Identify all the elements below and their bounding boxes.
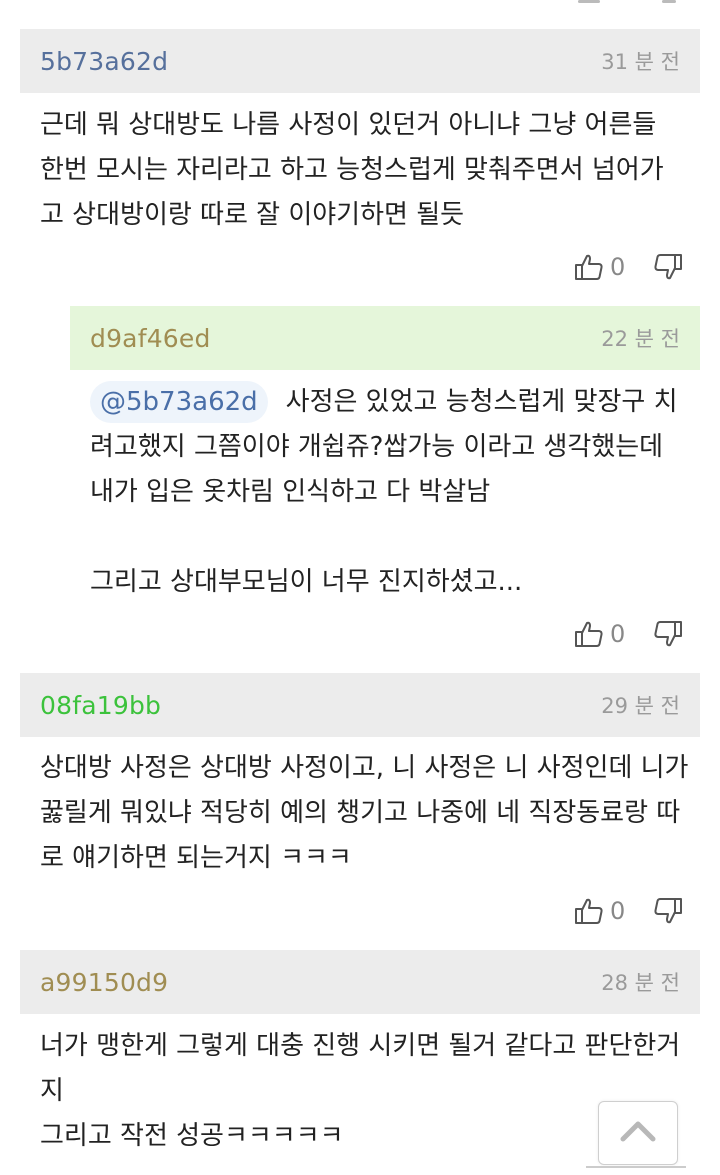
comment-header: 5b73a62d 31 분 전 (20, 29, 700, 93)
vote-row: 0 (574, 247, 683, 287)
previous-comment-remnant (0, 0, 720, 6)
like-count: 0 (610, 620, 626, 648)
comment-line: 근데 뭐 상대방도 나름 사정이 있던거 아니냐 그냥 어른들 (40, 110, 657, 140)
comment-author[interactable]: 08fa19bb (40, 691, 161, 720)
comment-line: 고 상대방이랑 따로 잘 이야기하면 될듯 (40, 200, 465, 230)
thumbs-up-icon[interactable] (574, 619, 604, 649)
comment-timestamp: 31 분 전 (601, 50, 680, 74)
like-count: 0 (610, 253, 626, 281)
thumbs-down-icon[interactable] (653, 896, 683, 926)
reply-text: @5b73a62d 사정은 있었고 능청스럽게 맞장구 치려고했지 그쯤이야 개쉽… (90, 380, 700, 605)
comment-text: 근데 뭐 상대방도 나름 사정이 있던거 아니냐 그냥 어른들한번 모시는 자리… (40, 103, 700, 238)
comment-line: 려고했지 그쯤이야 개쉽쥬?쌉가능 이라고 생각했는데 (90, 432, 664, 462)
thumbs-up-icon[interactable] (574, 252, 604, 282)
comment-author[interactable]: 5b73a62d (40, 47, 168, 76)
comment-line: 사정은 있었고 능청스럽게 맞장구 치 (285, 387, 678, 417)
thumbs-down-icon[interactable] (653, 252, 683, 282)
mention-tag[interactable]: @5b73a62d (90, 381, 268, 423)
comment-timestamp: 29 분 전 (601, 694, 680, 718)
vote-row: 0 (574, 891, 683, 931)
comment-header: a99150d9 28 분 전 (20, 950, 700, 1014)
thumbs-up-icon[interactable] (574, 896, 604, 926)
comment-line (90, 515, 700, 560)
comment-line: 꿇릴게 뭐있냐 적당히 예의 챙기고 나중에 네 직장동료랑 따 (40, 798, 681, 828)
chevron-up-icon (618, 1118, 658, 1148)
comment-line: 그리고 상대부모님이 너무 진지하셨고... (90, 567, 523, 597)
comment-thread-page: 5b73a62d 31 분 전 근데 뭐 상대방도 나름 사정이 있던거 아니냐… (0, 0, 720, 1175)
comment-text: 상대방 사정은 상대방 사정이고, 니 사정은 니 사정인데 니가꿇릴게 뭐있냐… (40, 746, 710, 881)
comment-line: 너가 맹한게 그렇게 대충 진행 시키면 될거 같다고 판단한거 (40, 1031, 681, 1061)
comment-line: 내가 입은 옷차림 인식하고 다 박살남 (90, 477, 491, 507)
vote-row: 0 (574, 614, 683, 654)
thumbs-down-icon[interactable] (653, 619, 683, 649)
comment-line: 상대방 사정은 상대방 사정이고, 니 사정은 니 사정인데 니가 (40, 753, 689, 783)
comment-timestamp: 22 분 전 (601, 327, 680, 351)
comment-timestamp: 28 분 전 (601, 971, 680, 995)
comment-header: 08fa19bb 29 분 전 (20, 673, 700, 737)
comment-line: 한번 모시는 자리라고 하고 능청스럽게 맞춰주면서 넘어가 (40, 155, 664, 185)
comment-author[interactable]: a99150d9 (40, 968, 168, 997)
reply-header: d9af46ed 22 분 전 (70, 306, 700, 370)
like-count: 0 (610, 897, 626, 925)
comment-author[interactable]: d9af46ed (90, 324, 211, 353)
bottom-divider (586, 1166, 686, 1175)
scroll-to-top-button[interactable] (598, 1101, 678, 1165)
comment-line: 로 얘기하면 되는거지 ㅋㅋㅋ (40, 843, 352, 873)
